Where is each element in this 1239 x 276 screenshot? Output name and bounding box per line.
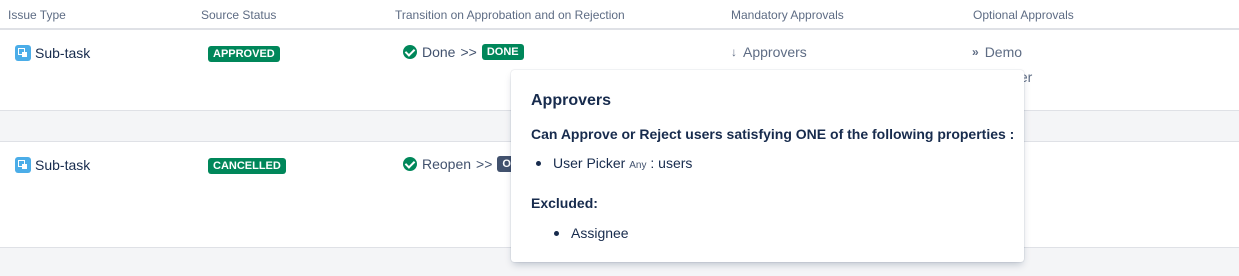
optional-approvals-toggle[interactable]: » Demo (972, 44, 1022, 60)
target-status-badge: DONE (481, 44, 524, 60)
header-transition: Transition on Approbation and on Rejecti… (395, 8, 625, 22)
transition-arrow: >> (476, 156, 493, 172)
transition-cell: Reopen >> O (403, 156, 516, 172)
property-qualifier: Any (629, 160, 647, 171)
subtask-icon (15, 157, 31, 173)
property-value: : users (650, 155, 693, 171)
check-circle-icon (403, 45, 417, 59)
chevron-double-down-icon: ↓ (731, 45, 737, 59)
transition-cell: Done >> DONE (403, 44, 524, 60)
transition-arrow: >> (460, 44, 477, 60)
popup-description: Can Approve or Reject users satisfying O… (531, 126, 1015, 142)
status-badge: APPROVED (208, 46, 280, 62)
header-source-status: Source Status (201, 8, 277, 22)
transition-link[interactable]: Reopen (422, 156, 471, 172)
popup-title: Approvers (531, 92, 612, 109)
list-item: User Picker Any : users (535, 155, 693, 171)
header-optional-approvals: Optional Approvals (973, 8, 1074, 22)
optional-approvals-label: Demo (984, 44, 1023, 60)
approvers-popup: Approvers Can Approve or Reject users sa… (511, 70, 1024, 262)
issue-type-cell: Sub-task (15, 157, 90, 173)
check-circle-icon (403, 157, 417, 171)
table-header: Issue Type Source Status Transition on A… (0, 0, 1239, 30)
issue-type-label: Sub-task (35, 157, 91, 173)
excluded-list: Assignee (554, 225, 629, 241)
issue-type-cell: Sub-task (15, 45, 90, 61)
transition-link[interactable]: Done (422, 44, 455, 60)
header-issue-type: Issue Type (8, 8, 66, 22)
mandatory-approvals-label: Approvers (743, 44, 807, 60)
issue-type-label: Sub-task (35, 45, 91, 61)
chevron-double-right-icon: » (972, 45, 979, 59)
list-item: Assignee (554, 225, 629, 241)
approver-properties-list: User Picker Any : users (535, 155, 693, 171)
property-label: User Picker (553, 155, 626, 171)
status-badge: CANCELLED (208, 158, 286, 174)
excluded-title: Excluded: (531, 195, 598, 211)
header-mandatory-approvals: Mandatory Approvals (731, 8, 844, 22)
mandatory-approvals-toggle[interactable]: ↓ Approvers (731, 44, 807, 60)
subtask-icon (15, 45, 31, 61)
